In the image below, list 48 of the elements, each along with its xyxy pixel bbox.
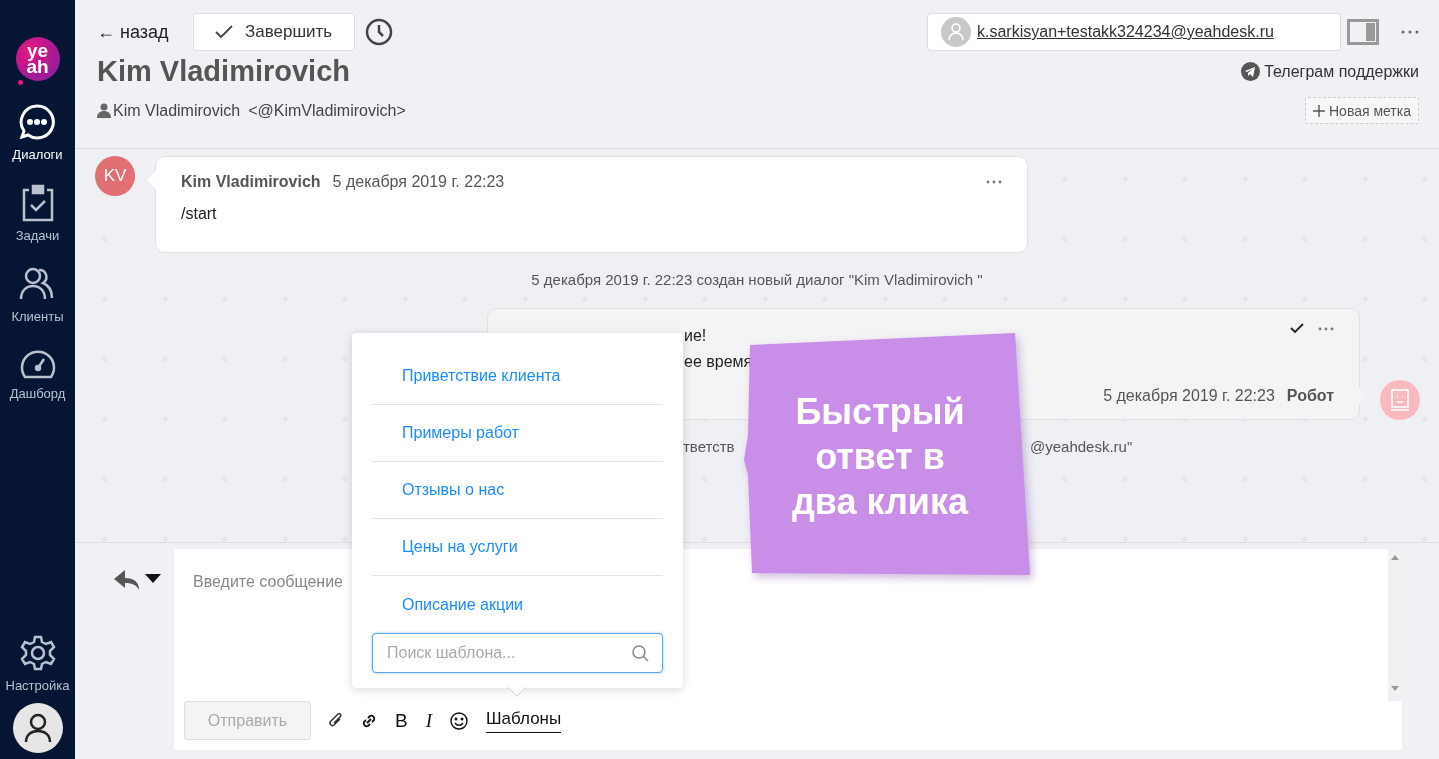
system-note: 5 декабря 2019 г. 22:23 создан новый диалог "Kim Vladimirovich " — [530, 271, 984, 288]
person-icon — [97, 103, 111, 118]
more-icon[interactable] — [1401, 30, 1419, 34]
bold-button[interactable]: B — [395, 709, 408, 732]
panel-toggle-icon[interactable] — [1347, 19, 1379, 45]
search-icon — [632, 645, 649, 662]
message-author: Робот — [1286, 387, 1334, 405]
finish-button[interactable]: Завершить — [192, 13, 355, 51]
chat-icon — [18, 103, 57, 141]
robot-avatar — [1380, 380, 1420, 420]
check-icon — [214, 25, 233, 39]
user-avatar[interactable] — [12, 703, 63, 753]
template-search-field[interactable]: Поиск шаблона... — [372, 633, 663, 673]
message-time: 5 декабря 2019 г. 22:23 — [332, 173, 505, 191]
nav-item[interactable]: Дашборд — [9, 346, 66, 401]
paperclip-icon[interactable] — [329, 712, 343, 729]
nav-item[interactable]: Клиенты — [11, 265, 64, 324]
plus-icon — [1313, 104, 1325, 117]
dialog-title: Kim Vladimirovich — [97, 55, 350, 88]
message-time: 5 декабря 2019 г. 22:23 — [1103, 387, 1275, 405]
system-note: @yeahdesk.ru" — [1030, 438, 1133, 455]
avatar: KV — [95, 156, 135, 196]
nav-item[interactable]: Настройка — [5, 634, 70, 693]
paper-plane-icon — [1241, 62, 1261, 81]
clock-icon[interactable] — [364, 18, 393, 46]
telegram-link[interactable]: Телеграм поддержки — [1241, 62, 1419, 81]
new-tag-button[interactable]: Новая метка — [1305, 97, 1419, 124]
message-text: /start — [181, 205, 218, 223]
message-text: ие! — [684, 326, 708, 346]
more-icon[interactable] — [986, 180, 1002, 184]
settings-icon — [18, 634, 57, 672]
system-note: тветств — [683, 438, 736, 455]
more-icon[interactable] — [1318, 326, 1334, 331]
nav-item[interactable]: Диалоги — [12, 103, 63, 162]
templates-link[interactable]: Шаблоны — [486, 708, 562, 733]
account-field[interactable]: k.sarkisyan+testakk324234@yeahdesk.ru — [927, 13, 1341, 51]
contact-name: Kim Vladimirovich — [113, 101, 241, 120]
back-link[interactable]: ← назад — [97, 21, 169, 43]
tasks-icon — [20, 184, 55, 222]
contact-handle: <@KimVladimirovich> — [248, 101, 406, 120]
message-author: Kim Vladimirovich — [181, 173, 321, 191]
callout-text: Быстрый ответ в два клика — [791, 390, 970, 524]
nav-item[interactable]: Задачи — [15, 184, 60, 243]
link-icon[interactable] — [361, 712, 377, 729]
reply-icon[interactable] — [113, 569, 161, 591]
emoji-icon[interactable] — [450, 711, 468, 730]
italic-button[interactable]: I — [425, 709, 432, 732]
account-avatar — [941, 17, 971, 47]
